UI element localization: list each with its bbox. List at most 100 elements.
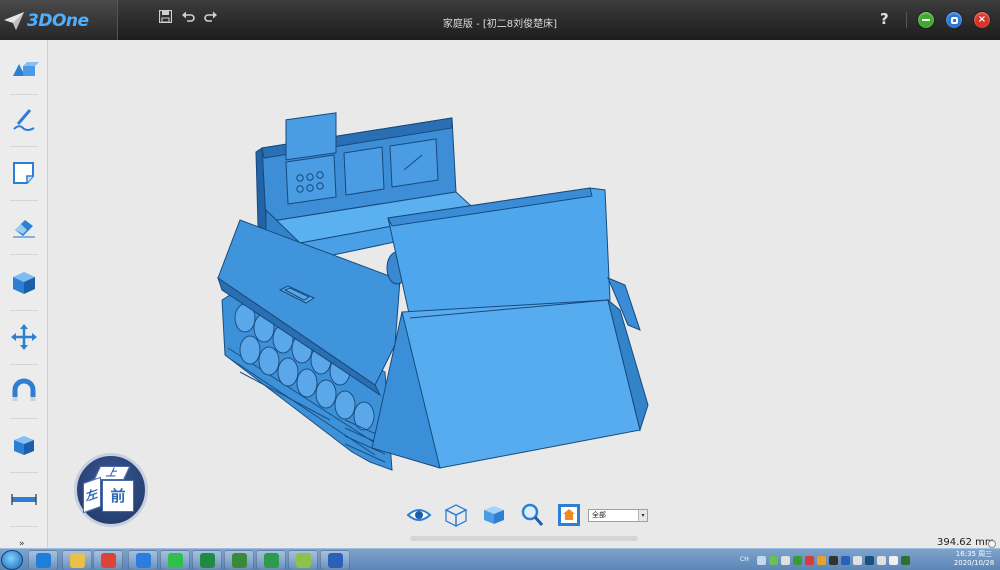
filter-dropdown[interactable]: 全部 ▾ — [588, 509, 648, 522]
combine-tool[interactable] — [9, 376, 39, 406]
system-tray: CH — [740, 552, 910, 568]
basic-shapes-icon — [13, 62, 39, 76]
tray-icon[interactable] — [853, 555, 862, 565]
titlebar-separator — [906, 12, 907, 28]
wechat-icon — [168, 553, 183, 568]
wechat-taskbar-button[interactable] — [160, 550, 190, 570]
toolbar-separator — [10, 310, 38, 311]
minimize-icon — [922, 19, 930, 21]
sketch-edit-tool[interactable] — [9, 158, 39, 188]
view-cube-left[interactable]: 左 — [83, 476, 101, 514]
zoom-to-fit-tool[interactable] — [519, 502, 545, 528]
start-button[interactable] — [1, 550, 23, 570]
magnet-icon — [12, 378, 36, 401]
close-icon: × — [977, 14, 987, 25]
toolbar-separator — [10, 200, 38, 201]
measurement-readout: 394.62 mm — [937, 537, 995, 548]
sketch-tool[interactable] — [9, 104, 39, 134]
minimize-button[interactable] — [917, 11, 935, 29]
3done-icon — [264, 553, 279, 568]
pen-app-taskbar-button[interactable] — [288, 550, 318, 570]
cube-icon — [13, 272, 35, 294]
view-select-icon — [558, 504, 580, 526]
explorer-icon — [70, 553, 85, 568]
ie-icon — [36, 553, 51, 568]
magnifier-icon — [521, 503, 544, 526]
tray-icon[interactable] — [829, 555, 838, 565]
eraser-feature-icon — [13, 220, 35, 238]
restore-button[interactable] — [945, 11, 963, 29]
eye-icon — [406, 509, 432, 521]
view-cube[interactable]: 上 左 前 — [74, 453, 148, 527]
ie-taskbar-button[interactable] — [28, 550, 58, 570]
front-footboard — [371, 187, 649, 469]
sogou-icon — [136, 553, 151, 568]
basic-edit-tool[interactable] — [9, 322, 39, 352]
excel-taskbar-button[interactable] — [192, 550, 222, 570]
box-library-icon — [14, 436, 34, 455]
chevron-down-icon[interactable]: ▾ — [638, 510, 647, 521]
bottom-slider[interactable] — [410, 536, 638, 541]
tray-icon[interactable] — [769, 555, 778, 565]
parts-library-tool[interactable] — [9, 430, 39, 460]
restore-icon — [951, 17, 958, 24]
explorer-taskbar-button[interactable] — [62, 550, 92, 570]
word-taskbar-button[interactable] — [320, 550, 350, 570]
sketch-edit-icon — [13, 162, 34, 184]
special-feature-tool[interactable] — [9, 212, 39, 242]
taskbar-clock[interactable]: 16:35 周三 2020/10/28 — [950, 550, 998, 568]
wireframe-cube-icon — [444, 504, 468, 528]
shaded-cube-icon — [484, 506, 504, 524]
move-arrows-icon — [11, 324, 37, 350]
title-bar: 3DOne 家庭版 - [初二8刘俊楚床] ? × — [0, 0, 1000, 40]
tray-icon[interactable] — [817, 555, 826, 565]
volume-icon[interactable] — [889, 555, 898, 565]
word-icon — [328, 553, 343, 568]
tray-icon[interactable] — [757, 555, 766, 565]
distance-measure-tool[interactable] — [9, 484, 39, 514]
pen-app-icon — [296, 553, 311, 568]
basic-shapes-tool[interactable] — [9, 52, 39, 82]
tray-icon[interactable] — [841, 555, 850, 565]
tank-bed-model[interactable] — [48, 40, 1000, 548]
tray-icon[interactable] — [865, 555, 874, 565]
tray-icon[interactable] — [805, 555, 814, 565]
3done-taskbar-button[interactable] — [256, 550, 286, 570]
tray-icon[interactable] — [781, 555, 790, 565]
tray-icon[interactable] — [901, 555, 910, 565]
chrome-taskbar-button[interactable] — [93, 550, 123, 570]
filter-dropdown-value: 全部 — [592, 511, 606, 519]
windows-taskbar: CH 16:35 周三 2020/10/28 — [0, 548, 1000, 570]
view-select-tool[interactable] — [556, 502, 582, 528]
toolbar-separator — [10, 146, 38, 147]
app-icon — [232, 553, 247, 568]
toolbar-separator — [10, 94, 38, 95]
toolbar-separator — [10, 526, 38, 527]
app-taskbar-button[interactable] — [224, 550, 254, 570]
toolbar-separator — [10, 472, 38, 473]
view-cube-front[interactable]: 前 — [102, 480, 134, 512]
wireframe-view-tool[interactable] — [443, 502, 469, 528]
window-title: 家庭版 - [初二8刘俊楚床] — [442, 19, 558, 30]
pen-sketch-icon — [13, 109, 35, 131]
left-toolbar: » — [0, 40, 48, 549]
close-button[interactable]: × — [973, 11, 991, 29]
clock-time: 16:35 周三 — [955, 550, 993, 558]
measurement-options-button[interactable] — [988, 540, 996, 548]
shaded-view-tool[interactable] — [481, 502, 507, 528]
toolbar-separator — [10, 254, 38, 255]
help-button[interactable]: ? — [880, 10, 889, 28]
sogou-taskbar-button[interactable] — [128, 550, 158, 570]
display-toggle-tool[interactable] — [406, 502, 432, 528]
excel-icon — [200, 553, 215, 568]
tray-language-indicator[interactable]: CH — [740, 555, 754, 565]
special-function-tool[interactable] — [9, 268, 39, 298]
ruler-icon — [11, 494, 37, 505]
tray-icon[interactable] — [877, 555, 886, 565]
tray-icon[interactable] — [793, 555, 802, 565]
clock-date: 2020/10/28 — [953, 559, 995, 567]
toolbar-separator — [10, 364, 38, 365]
3d-viewport[interactable] — [48, 40, 1000, 548]
chrome-icon — [101, 553, 116, 568]
toolbar-separator — [10, 418, 38, 419]
